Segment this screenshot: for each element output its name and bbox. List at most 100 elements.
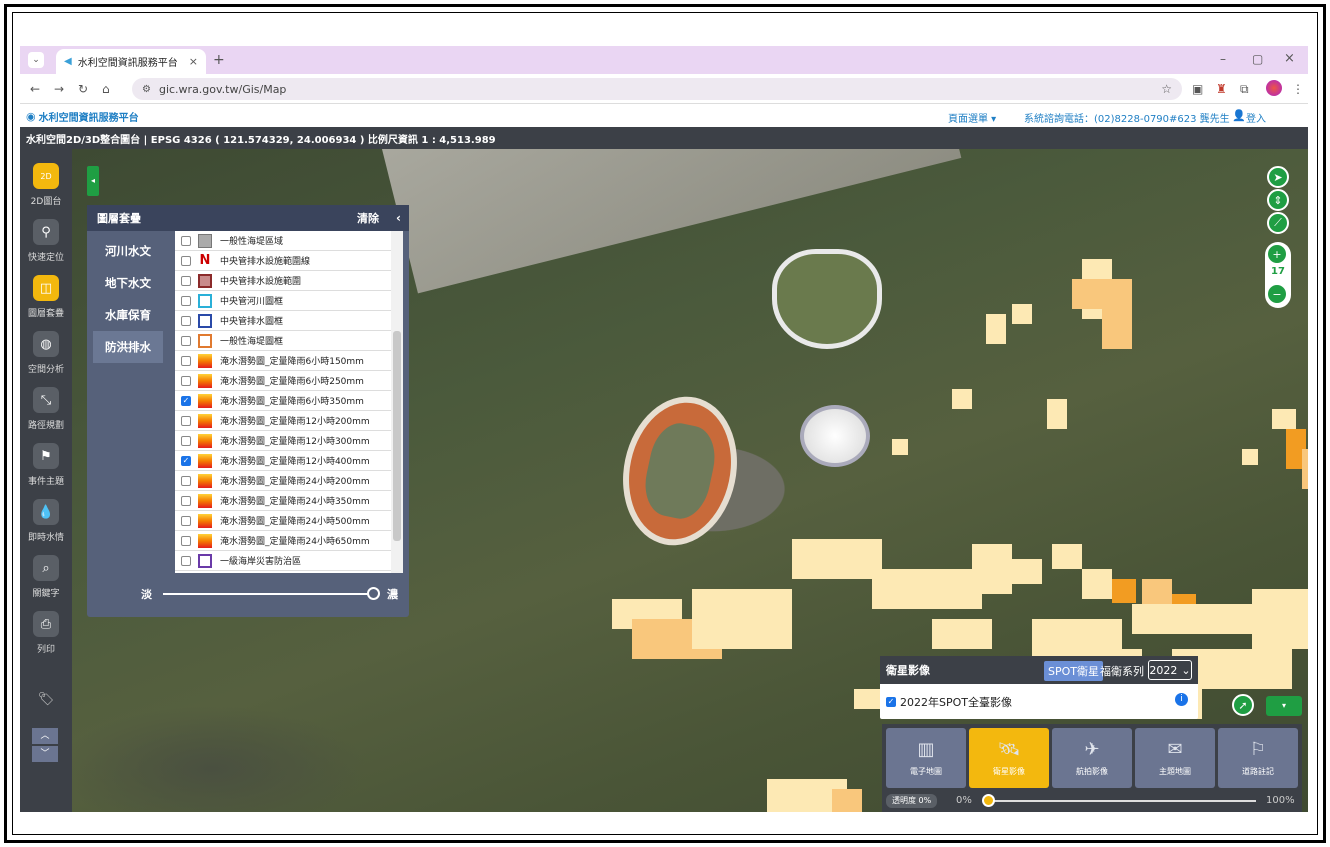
login-link[interactable]: 登入 xyxy=(1246,110,1266,125)
2d-icon: 2D xyxy=(40,171,52,181)
basemap-option-2[interactable]: ✈ 航拍影像 xyxy=(1052,728,1132,788)
basemap-option-4[interactable]: ⚐ 道路註記 xyxy=(1218,728,1298,788)
layer-checkbox[interactable] xyxy=(181,355,191,366)
layer-category-tabs: 河川水文 地下水文 水庫保育 防洪排水 xyxy=(93,235,163,363)
layer-list-scrollbar[interactable] xyxy=(391,231,403,573)
restore-icon[interactable]: ▢ xyxy=(1252,52,1263,66)
collapse-chevron-icon[interactable]: ‹ xyxy=(396,211,401,225)
layer-checkbox[interactable] xyxy=(181,335,191,346)
flood-cell xyxy=(1012,559,1042,584)
basemap-option-3[interactable]: ✉ 主題地圖 xyxy=(1135,728,1215,788)
bookmark-star-icon[interactable]: ☆ xyxy=(1161,82,1172,96)
compass-north-icon[interactable]: ➤ xyxy=(1267,166,1289,188)
layer-checkbox[interactable] xyxy=(181,235,191,246)
tab-list-icon[interactable]: ⌄ xyxy=(28,52,44,68)
dropdown-toggle-icon[interactable]: ▾ xyxy=(1266,696,1302,716)
sidebar-item-2[interactable]: ◫ xyxy=(33,275,59,301)
url-bar[interactable]: ⚙ gic.wra.gov.tw/Gis/Map ☆ xyxy=(132,78,1182,100)
imagery-layer-checkbox[interactable]: ✓ xyxy=(886,696,896,707)
layer-label: 淹水潛勢圖_定量降雨24小時650mm xyxy=(220,537,370,547)
page-menu[interactable]: 頁面選單 ▾ xyxy=(948,110,996,125)
sidebar-item-8[interactable]: ⎙ xyxy=(33,611,59,637)
minimize-icon[interactable]: – xyxy=(1220,52,1226,66)
clear-button[interactable]: 清除 xyxy=(357,210,379,226)
back-icon[interactable]: ← xyxy=(30,82,40,96)
layer-tab-1[interactable]: 地下水文 xyxy=(93,267,163,299)
spot-tab[interactable]: SPOT衛星 xyxy=(1044,661,1103,681)
site-settings-icon[interactable]: ⚙ xyxy=(142,84,151,95)
layer-checkbox[interactable] xyxy=(181,435,191,446)
site-name[interactable]: 水利空間資訊服務平台 xyxy=(39,109,139,124)
layer-checkbox[interactable]: ✓ xyxy=(181,395,191,406)
year-select[interactable]: 2022 ⌄ xyxy=(1148,660,1192,680)
opacity-handle[interactable] xyxy=(367,587,380,600)
layer-checkbox[interactable] xyxy=(181,315,191,326)
layer-checkbox[interactable]: ✓ xyxy=(181,455,191,466)
sidebar-item-1[interactable]: ⚲ xyxy=(33,219,59,245)
map-icon: ▥ xyxy=(917,739,935,760)
layer-tab-3[interactable]: 防洪排水 xyxy=(93,331,163,363)
locate-me-icon[interactable]: ➚ xyxy=(1232,694,1254,716)
printer-icon: ⎙ xyxy=(40,616,52,632)
extensions-puzzle-icon[interactable]: ⧉ xyxy=(1240,82,1249,97)
layer-checkbox[interactable] xyxy=(181,495,191,506)
layer-checkbox[interactable] xyxy=(181,415,191,426)
layer-checkbox[interactable] xyxy=(181,375,191,386)
panel-toggle-handle[interactable]: ◂ xyxy=(87,166,99,196)
screenshot-icon[interactable]: ▣ xyxy=(1192,82,1203,96)
sidebar-item-5[interactable]: ⚑ xyxy=(33,443,59,469)
close-tab-icon[interactable]: × xyxy=(189,55,198,68)
dome-building xyxy=(800,405,870,467)
site-logo-icon: ◉ xyxy=(26,109,36,123)
layer-checkbox[interactable] xyxy=(181,555,191,566)
sidebar-scroll-down[interactable]: ﹀ xyxy=(32,746,58,762)
layer-checkbox[interactable] xyxy=(181,255,191,266)
layer-label: 淹水潛勢圖_定量降雨12小時200mm xyxy=(220,417,370,427)
layer-row: 淹水潛勢圖_定量降雨12小時300mm xyxy=(175,431,391,451)
close-window-icon[interactable]: × xyxy=(1284,51,1295,66)
zoom-out-icon[interactable]: − xyxy=(1266,283,1288,305)
layer-tab-0[interactable]: 河川水文 xyxy=(93,235,163,267)
sidebar-item-7[interactable]: ⌕ xyxy=(33,555,59,581)
water-drop-icon: 💧 xyxy=(37,504,55,520)
layer-checkbox[interactable] xyxy=(181,275,191,286)
sidebar-item-0[interactable]: 2D xyxy=(33,163,59,189)
address-toolbar: ← → ↻ ⌂ ⚙ gic.wra.gov.tw/Gis/Map ☆ ▣ ♜ ⧉… xyxy=(20,74,1308,104)
zoom-in-icon[interactable]: + xyxy=(1266,243,1288,265)
home-icon[interactable]: ⌂ xyxy=(102,82,110,96)
basemap-option-0[interactable]: ▥ 電子地圖 xyxy=(886,728,966,788)
legend-symbol-icon xyxy=(198,553,212,568)
forward-icon[interactable]: → xyxy=(54,82,64,96)
sidebar-item-label: 路徑規劃 xyxy=(27,421,64,431)
layer-tab-2[interactable]: 水庫保育 xyxy=(93,299,163,331)
sidebar-item-3[interactable]: ◍ xyxy=(33,331,59,357)
layer-opacity-slider[interactable]: 淡 濃 xyxy=(141,587,401,601)
reload-icon[interactable]: ↻ xyxy=(78,82,88,96)
transparency-handle[interactable] xyxy=(982,794,995,807)
layer-checkbox[interactable] xyxy=(181,295,191,306)
legend-symbol-icon xyxy=(198,353,212,368)
menu-kebab-icon[interactable]: ⋮ xyxy=(1292,82,1304,96)
basemap-option-1[interactable]: 🛰 衛星影像 xyxy=(969,728,1049,788)
profile-avatar-icon[interactable] xyxy=(1266,80,1282,96)
sidebar-item-4[interactable]: ⤡ xyxy=(33,387,59,413)
layer-checkbox[interactable] xyxy=(181,515,191,526)
tilt-icon[interactable]: ⇕ xyxy=(1267,189,1289,211)
tag-icon[interactable]: 🏷 xyxy=(33,686,59,712)
sidebar-item-6[interactable]: 💧 xyxy=(33,499,59,525)
info-icon[interactable]: i xyxy=(1175,693,1188,706)
sidebar-scroll-up[interactable]: ︿ xyxy=(32,728,58,744)
extension-icon[interactable]: ♜ xyxy=(1216,82,1227,96)
transparency-row: 透明度 0% 0% 100% xyxy=(886,794,1300,808)
layer-checkbox[interactable] xyxy=(181,535,191,546)
new-tab-icon[interactable]: + xyxy=(213,52,225,68)
legend-symbol-icon: N xyxy=(199,252,211,268)
series-tab[interactable]: 福衛系列 xyxy=(1100,663,1144,679)
legend-symbol-icon xyxy=(198,313,212,328)
layer-checkbox[interactable] xyxy=(181,475,191,486)
layer-label: 一般性海堤區域 xyxy=(220,237,284,247)
browser-tab[interactable]: ◀ 水利空間資訊服務平台 × xyxy=(56,49,206,74)
rotate-icon[interactable]: ⟋ xyxy=(1267,212,1289,234)
road-pin-icon: ⚐ xyxy=(1249,739,1267,760)
imagery-layer-row: ✓ 2022年SPOT全臺影像 i xyxy=(880,684,1198,719)
